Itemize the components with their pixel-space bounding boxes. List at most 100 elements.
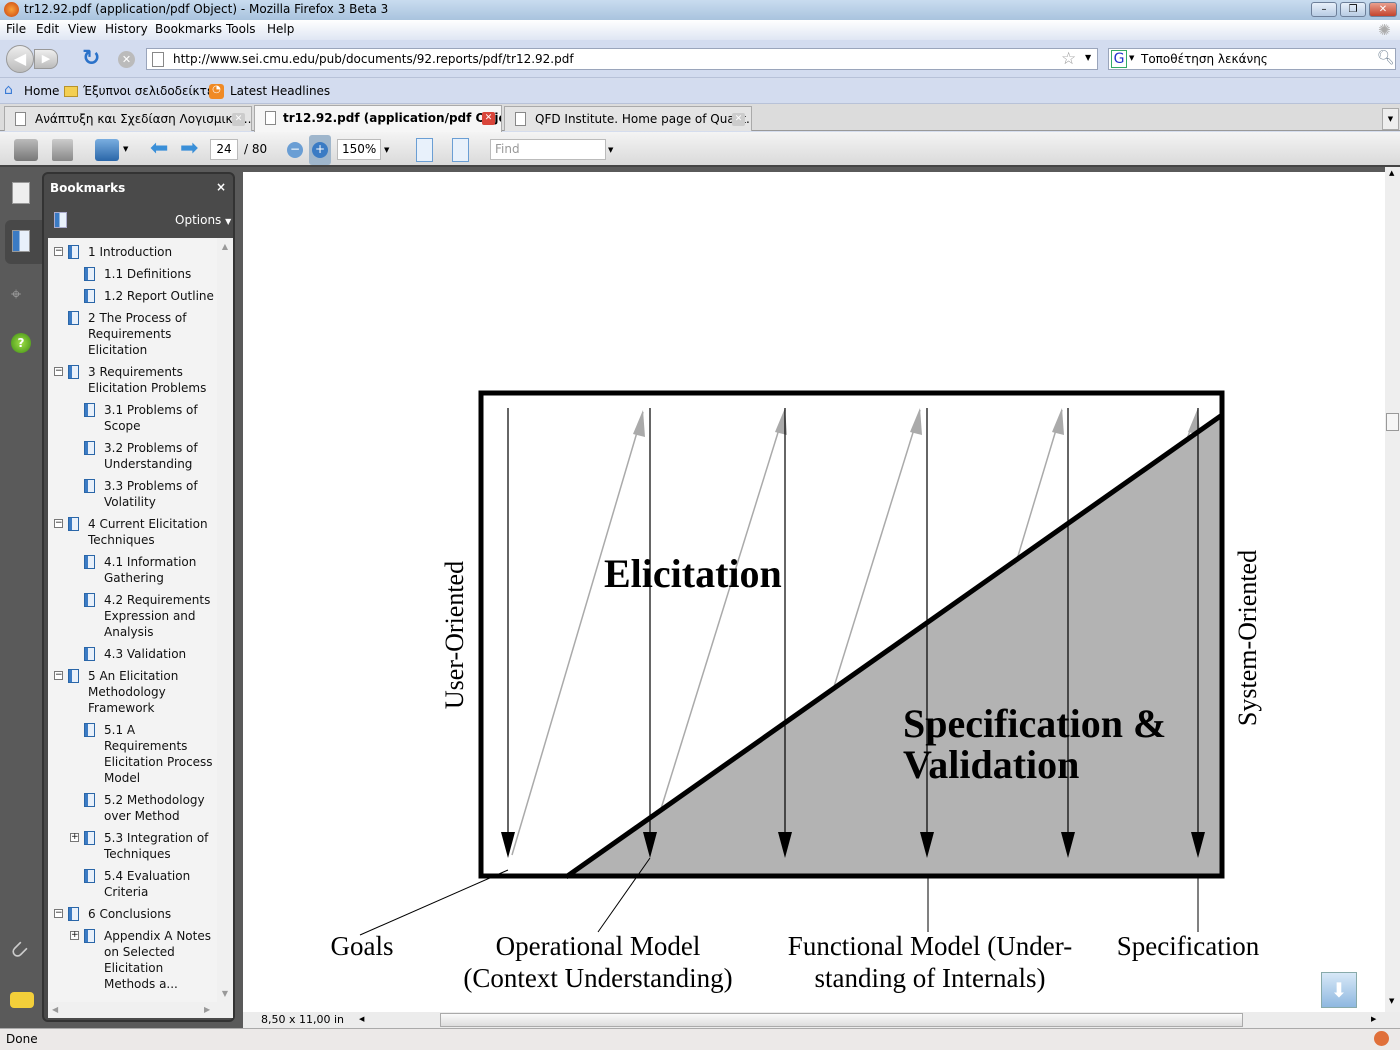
search-icon[interactable]: 🔍︎: [1377, 50, 1395, 66]
menu-edit[interactable]: Edit: [36, 22, 59, 36]
collapse-icon[interactable]: −: [54, 909, 63, 918]
gray-arrowheads: [633, 408, 1200, 437]
page-size: 8,50 x 11,00 in: [261, 1013, 345, 1026]
menu-help[interactable]: Help: [267, 22, 294, 36]
pdf-page[interactable]: Elicitation Specification & Validation U…: [243, 172, 1385, 1012]
zoom-in-icon: +: [312, 142, 328, 158]
options-button[interactable]: Options ▼: [175, 213, 231, 227]
collapse-icon[interactable]: −: [54, 247, 63, 256]
find-dropdown-icon[interactable]: ▼: [608, 146, 613, 154]
minimize-button[interactable]: –: [1311, 2, 1337, 17]
bookmark-icon: [68, 517, 79, 531]
restore-button[interactable]: ❐: [1340, 2, 1366, 17]
bookmark-smart[interactable]: Έξυπνοι σελιδοδείκτες: [83, 84, 220, 98]
bookmarks-panel-icon[interactable]: [12, 230, 30, 252]
pages-icon[interactable]: [12, 182, 30, 204]
window-title: tr12.92.pdf (application/pdf Object) - M…: [24, 2, 389, 16]
bookmark-label: 4.2 Requirements Expression and Analysis: [104, 593, 211, 639]
horizontal-scroll-thumb[interactable]: [440, 1013, 1243, 1027]
star-icon[interactable]: ☆: [1061, 49, 1076, 69]
menu-history[interactable]: History: [105, 22, 148, 36]
close-tab-icon[interactable]: ✕: [482, 112, 495, 125]
vertical-scrollbar[interactable]: ▲ ▼: [1385, 167, 1400, 1012]
folder-icon: [64, 86, 78, 97]
scroll-down-icon[interactable]: ▼: [1389, 997, 1394, 1005]
url-text: http://www.sei.cmu.edu/pub/documents/92.…: [173, 52, 574, 66]
firefox-icon: [4, 2, 19, 17]
url-bar[interactable]: http://www.sei.cmu.edu/pub/documents/92.…: [146, 48, 1098, 70]
navigation-toolbar: ◀ ▶ ↻ ✕ http://www.sei.cmu.edu/pub/docum…: [0, 40, 1400, 78]
scroll-thumb[interactable]: [1386, 413, 1399, 431]
bookmark-label: 3.1 Problems of Scope: [104, 403, 198, 433]
tab-pdf[interactable]: tr12.92.pdf (application/pdf Obje... ✕: [254, 105, 502, 132]
fit-page-icon[interactable]: [452, 138, 469, 162]
scroll-left-icon[interactable]: ◀: [359, 1015, 364, 1023]
expand-icon[interactable]: +: [70, 931, 79, 940]
close-button[interactable]: ✕: [1369, 2, 1397, 17]
stop-icon[interactable]: ✕: [118, 51, 135, 68]
collapse-icon[interactable]: −: [54, 519, 63, 528]
bookmark-home[interactable]: Home: [24, 84, 59, 98]
menu-view[interactable]: View: [68, 22, 96, 36]
close-tab-icon[interactable]: ✕: [232, 113, 245, 126]
bookmark-label: 5.2 Methodology over Method: [104, 793, 205, 823]
tab-bar: Ανάπτυξη και Σχεδίαση Λογισμικο... ✕ tr12…: [0, 104, 1400, 132]
previous-page-icon[interactable]: ⬅: [150, 136, 168, 161]
close-panel-icon[interactable]: ×: [216, 180, 226, 194]
zoom-out-icon[interactable]: −: [287, 142, 303, 158]
tab-label: tr12.92.pdf (application/pdf Obje...: [283, 111, 502, 125]
comments-icon[interactable]: [10, 992, 34, 1008]
system-oriented-label: System-Oriented: [1233, 550, 1262, 726]
print-icon[interactable]: [14, 139, 38, 161]
expand-bookmark-icon[interactable]: [54, 212, 67, 228]
validation-label: Validation: [903, 742, 1079, 787]
horizontal-scrollbar[interactable]: 8,50 x 11,00 in ◀ ▶: [243, 1012, 1400, 1028]
zoom-in-button[interactable]: +: [309, 135, 331, 165]
tab-list-button[interactable]: ▼: [1382, 108, 1399, 130]
collapse-icon[interactable]: −: [54, 671, 63, 680]
search-bar[interactable]: G ▼ Τοποθέτηση λεκάνης 🔍︎: [1108, 48, 1396, 70]
context-understanding-label: (Context Understanding): [463, 963, 732, 993]
collaborate-dropdown-icon[interactable]: ▼: [123, 145, 128, 153]
bookmark-icon: [84, 441, 95, 455]
reload-icon[interactable]: ↻: [82, 46, 100, 71]
bookmark-latest-headlines[interactable]: Latest Headlines: [230, 84, 330, 98]
google-icon[interactable]: G: [1111, 50, 1127, 68]
scroll-right-icon[interactable]: ▶: [1371, 1015, 1376, 1023]
back-button[interactable]: ◀: [6, 45, 34, 73]
menu-file[interactable]: File: [6, 22, 26, 36]
next-page-icon[interactable]: ➡: [180, 136, 198, 161]
menu-tools[interactable]: Tools: [226, 22, 256, 36]
zoom-input[interactable]: 150%: [337, 139, 381, 160]
fit-width-icon[interactable]: [416, 138, 433, 162]
find-input[interactable]: Find: [490, 139, 606, 160]
collaborate-icon[interactable]: [95, 139, 119, 161]
menu-bookmarks[interactable]: Bookmarks: [155, 22, 222, 36]
zoom-dropdown-icon[interactable]: ▼: [384, 146, 389, 154]
close-tab-icon[interactable]: ✕: [732, 113, 745, 126]
addon-status-icon[interactable]: [1374, 1031, 1389, 1046]
tab-qfd[interactable]: QFD Institute. Home page of Qualit... ✕: [504, 106, 752, 131]
help-icon[interactable]: ?: [11, 333, 31, 353]
bookmark-tree: − 1 Introduction 1.1 Definitions 1.2 Report…: [48, 238, 233, 1002]
bookmark-icon: [84, 793, 95, 807]
bookmark-label: Appendix A Notes on Selected Elicitation…: [104, 929, 211, 991]
tab-analysis[interactable]: Ανάπτυξη και Σχεδίαση Λογισμικο... ✕: [4, 106, 252, 131]
binoculars-icon[interactable]: ⌖: [11, 284, 21, 305]
tree-vertical-scrollbar[interactable]: ▲ ▼: [217, 238, 233, 1002]
panel-title: Bookmarks: [50, 181, 126, 195]
engine-dropdown-icon[interactable]: ▼: [1129, 54, 1134, 62]
search-input[interactable]: Τοποθέτηση λεκάνης: [1141, 52, 1268, 66]
collapse-icon[interactable]: −: [54, 367, 63, 376]
forward-button[interactable]: ▶: [34, 49, 58, 69]
save-icon[interactable]: [52, 139, 73, 161]
bookmark-icon: [68, 907, 79, 921]
menu-bar: File Edit View History Bookmarks Tools H…: [0, 20, 1400, 40]
scroll-up-icon[interactable]: ▲: [1389, 169, 1394, 177]
next-page-float-button[interactable]: ⬇: [1321, 972, 1357, 1008]
url-dropdown-icon[interactable]: ▼: [1085, 53, 1091, 62]
page-number-input[interactable]: 24: [210, 139, 238, 160]
expand-icon[interactable]: +: [70, 833, 79, 842]
tree-horizontal-scrollbar[interactable]: ◀ ▶: [48, 1002, 233, 1018]
bookmark-icon: [68, 669, 79, 683]
